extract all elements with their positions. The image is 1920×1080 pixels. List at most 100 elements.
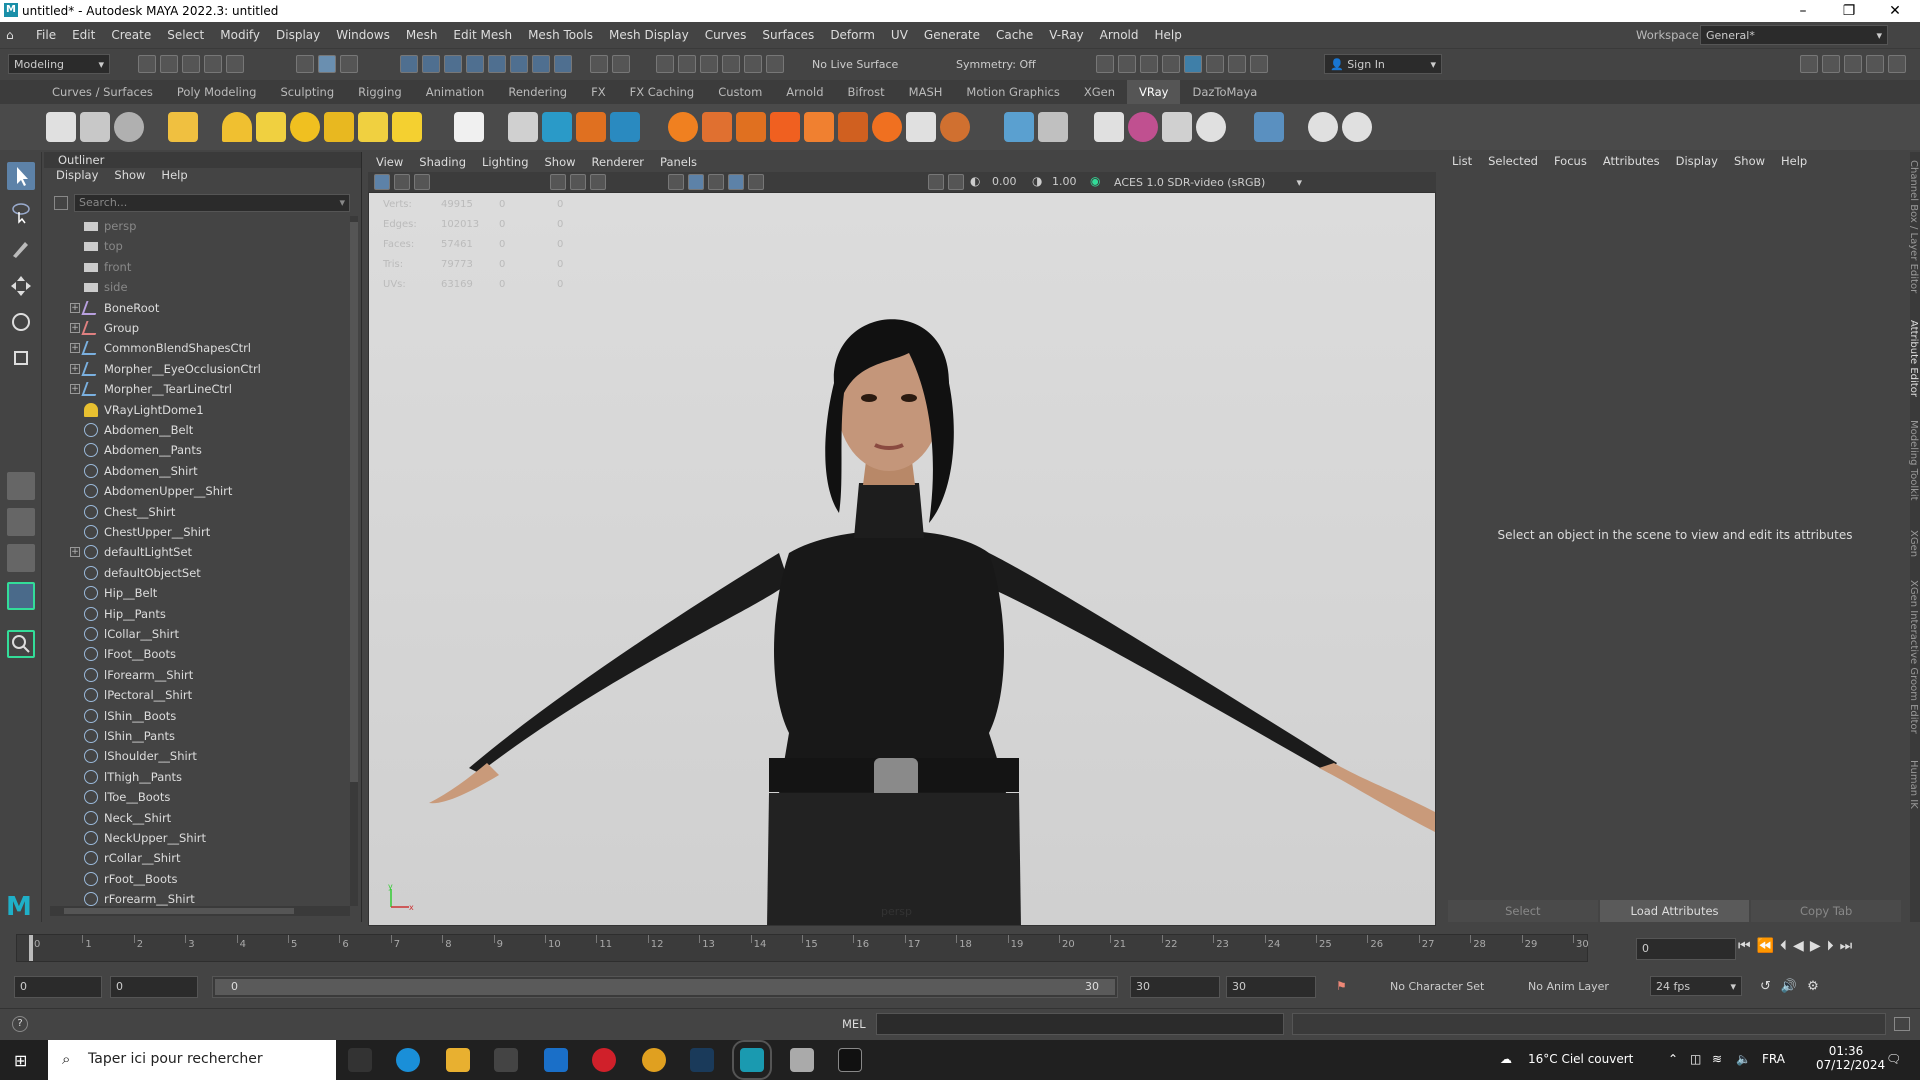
epic-games-icon[interactable] bbox=[838, 1048, 862, 1072]
exposure-field[interactable]: 0.00 bbox=[988, 173, 1026, 191]
undo-icon[interactable] bbox=[204, 55, 222, 73]
snap-grid-icon[interactable] bbox=[400, 55, 418, 73]
select-hierarchy-icon[interactable] bbox=[296, 55, 314, 73]
vray-render-icon[interactable] bbox=[1162, 55, 1180, 73]
menu-windows[interactable]: Windows bbox=[328, 28, 398, 42]
render-view-icon[interactable] bbox=[744, 55, 762, 73]
snap-view-icon[interactable] bbox=[466, 55, 484, 73]
shelf-tab-vray[interactable]: VRay bbox=[1127, 80, 1181, 104]
store-icon[interactable] bbox=[494, 1048, 518, 1072]
outliner-item[interactable]: + Group bbox=[44, 318, 350, 338]
vray-sphere-light-icon[interactable] bbox=[290, 112, 320, 142]
outliner-item[interactable]: lToe__Boots bbox=[44, 787, 350, 807]
menu-mesh-tools[interactable]: Mesh Tools bbox=[520, 28, 601, 42]
attr-menu-selected[interactable]: Selected bbox=[1488, 154, 1538, 168]
vray-scene-icon[interactable] bbox=[906, 112, 936, 142]
range-slider[interactable]: 0 30 bbox=[212, 976, 1118, 998]
current-frame-field[interactable]: 0 bbox=[1636, 938, 1736, 960]
taskbar-search-input[interactable]: ⌕ Taper ici pour rechercher bbox=[48, 1040, 336, 1080]
layout-icon[interactable] bbox=[1800, 55, 1818, 73]
outliner-item[interactable]: + Morpher__EyeOcclusionCtrl bbox=[44, 359, 350, 379]
open-scene-icon[interactable] bbox=[160, 55, 178, 73]
outliner-layout-icon[interactable] bbox=[7, 582, 35, 610]
menu-surfaces[interactable]: Surfaces bbox=[754, 28, 822, 42]
isolate-select-icon[interactable] bbox=[928, 174, 944, 190]
notifications-icon[interactable]: 🗨 bbox=[1886, 1052, 1901, 1066]
expand-icon[interactable]: + bbox=[70, 384, 80, 395]
outliner-item[interactable]: + defaultLightSet bbox=[44, 542, 350, 562]
outliner-item[interactable]: top bbox=[44, 236, 350, 256]
outliner-item[interactable]: lShin__Boots bbox=[44, 706, 350, 726]
vray-physical-camera-icon[interactable] bbox=[1094, 112, 1124, 142]
light-editor-icon[interactable] bbox=[766, 55, 784, 73]
render-icon[interactable] bbox=[656, 55, 674, 73]
shelf-tab-sculpting[interactable]: Sculpting bbox=[268, 85, 346, 99]
zoom-search-icon[interactable] bbox=[7, 630, 35, 658]
vray-volume-icon[interactable] bbox=[770, 112, 800, 142]
side-tab-attribute-editor[interactable]: Attribute Editor bbox=[1908, 320, 1919, 397]
outliner-item[interactable]: rFoot__Boots bbox=[44, 869, 350, 889]
side-tab-modeling-toolkit[interactable]: Modeling Toolkit bbox=[1908, 420, 1919, 501]
perspective-viewport[interactable]: Verts: 49915 0 0 Edges: 102013 0 0 Faces: 57461 0 0… bbox=[368, 192, 1436, 926]
outliner-item[interactable]: rCollar__Shirt bbox=[44, 848, 350, 868]
xray-icon[interactable] bbox=[948, 174, 964, 190]
outliner-item[interactable]: rForearm__Shirt bbox=[44, 889, 350, 906]
menu-create[interactable]: Create bbox=[103, 28, 159, 42]
show-hide-icon[interactable] bbox=[1096, 55, 1114, 73]
anim-layer-dropdown[interactable]: No Anim Layer bbox=[1522, 976, 1640, 996]
scissors-icon[interactable] bbox=[1228, 55, 1246, 73]
select-object-icon[interactable] bbox=[318, 55, 336, 73]
outliner-menu-display[interactable]: Display bbox=[56, 168, 98, 186]
menu-arnold[interactable]: Arnold bbox=[1092, 28, 1147, 42]
windows-start-icon[interactable]: ⊞ bbox=[14, 1051, 27, 1070]
outliner-item[interactable]: lForearm__Shirt bbox=[44, 665, 350, 685]
attr-menu-attributes[interactable]: Attributes bbox=[1603, 154, 1660, 168]
vray-daz-icon[interactable] bbox=[1196, 112, 1226, 142]
outliner-item[interactable]: Hip__Belt bbox=[44, 583, 350, 603]
shelf-tab-daztomaya[interactable]: DazToMaya bbox=[1180, 85, 1269, 99]
ipr-render-icon[interactable] bbox=[678, 55, 696, 73]
command-language-label[interactable]: MEL bbox=[842, 1017, 866, 1031]
scale-tool-icon[interactable] bbox=[7, 344, 35, 372]
outliner-item[interactable]: persp bbox=[44, 216, 350, 236]
expand-icon[interactable]: + bbox=[70, 323, 80, 333]
go-to-end-icon[interactable]: ⏭ bbox=[1840, 938, 1859, 954]
shelf-tab-mash[interactable]: MASH bbox=[897, 85, 955, 99]
clock[interactable]: 01:36 07/12/2024 bbox=[1816, 1044, 1885, 1072]
smooth-shade-icon[interactable] bbox=[688, 174, 704, 190]
attr-menu-display[interactable]: Display bbox=[1676, 154, 1718, 168]
maximize-button[interactable]: ❐ bbox=[1826, 0, 1872, 22]
toggle-outliner-icon[interactable] bbox=[1822, 55, 1840, 73]
side-tab-xgen-interactive-groom-editor[interactable]: XGen Interactive Groom Editor bbox=[1908, 580, 1919, 734]
script-editor-icon[interactable] bbox=[1894, 1017, 1910, 1031]
side-tab-channel-box-layer-editor[interactable]: Channel Box / Layer Editor bbox=[1908, 160, 1919, 293]
bookmark-icon[interactable] bbox=[414, 174, 430, 190]
shelf-tab-motion-graphics[interactable]: Motion Graphics bbox=[954, 85, 1071, 99]
hypershade-icon[interactable] bbox=[722, 55, 740, 73]
camera-attributes-icon[interactable] bbox=[394, 174, 410, 190]
vray-subdivision-icon[interactable] bbox=[610, 112, 640, 142]
playback-end-field[interactable]: 30 bbox=[1130, 976, 1220, 998]
file-explorer-icon[interactable] bbox=[446, 1048, 470, 1072]
paint-select-icon[interactable] bbox=[7, 234, 35, 262]
vray-light-rect-icon[interactable] bbox=[168, 112, 198, 142]
four-view-icon[interactable] bbox=[7, 508, 35, 536]
redo-icon[interactable] bbox=[226, 55, 244, 73]
expand-icon[interactable]: + bbox=[70, 302, 80, 313]
new-scene-icon[interactable] bbox=[138, 55, 156, 73]
lasso-tool-icon[interactable] bbox=[7, 198, 35, 226]
character-set-dropdown[interactable]: No Character Set bbox=[1384, 976, 1512, 996]
outliner-item[interactable]: VRayLightDome1 bbox=[44, 400, 350, 420]
step-back-key-icon[interactable]: ⏪ bbox=[1757, 938, 1780, 954]
move-tool-icon[interactable] bbox=[7, 272, 35, 300]
shelf-tab-fx-caching[interactable]: FX Caching bbox=[618, 85, 707, 99]
expand-icon[interactable]: + bbox=[70, 547, 80, 558]
vray-splash-icon[interactable] bbox=[736, 112, 766, 142]
outliner-hscroll[interactable] bbox=[50, 906, 350, 916]
lock-icon[interactable] bbox=[590, 55, 608, 73]
scene-start-field[interactable]: 0 bbox=[14, 976, 102, 998]
shelf-tab-animation[interactable]: Animation bbox=[414, 85, 497, 99]
camera-select-icon[interactable] bbox=[374, 174, 390, 190]
loop-icon[interactable]: ↺ bbox=[1760, 979, 1781, 994]
render-settings-icon[interactable] bbox=[700, 55, 718, 73]
